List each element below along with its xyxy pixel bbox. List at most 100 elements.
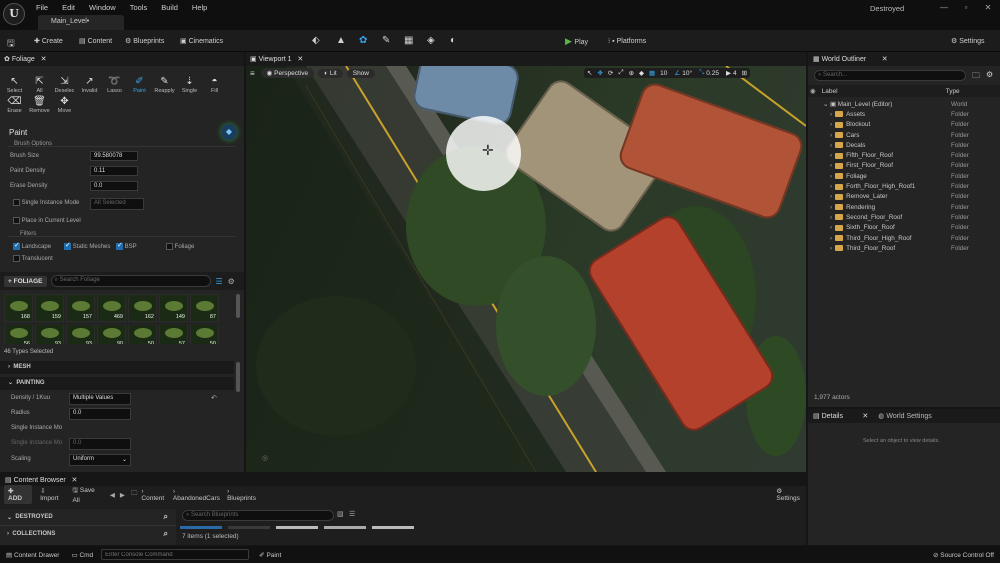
foliage-type-thumb[interactable]: 162	[128, 294, 157, 322]
outliner-folder-row[interactable]: › Assets Folder	[808, 109, 1000, 119]
foliage-search-input[interactable]: ⌕ Search Foliage	[50, 275, 211, 287]
outliner-folder-row[interactable]: › Forth_Floor_High_Roof1 Folder	[808, 181, 1000, 191]
add-folder-icon[interactable]: 🗀	[972, 70, 980, 84]
content-settings-button[interactable]: ⚙ Settings	[776, 487, 806, 502]
asset-tile[interactable]	[324, 526, 366, 529]
tool-fill[interactable]: ◓ Fill	[202, 76, 227, 94]
scale-snap-icon[interactable]: ⤡	[699, 69, 704, 77]
content-button[interactable]: ▤ Content	[79, 37, 112, 45]
select-mode-icon[interactable]: ⬖	[312, 35, 320, 46]
outliner-folder-row[interactable]: › Second_Floor_Roof Folder	[808, 212, 1000, 222]
mode-info-icon[interactable]: ◆	[221, 124, 237, 140]
menu-edit[interactable]: Edit	[62, 3, 75, 12]
lit-button[interactable]: ◐ Lit	[318, 68, 343, 78]
outliner-folder-row[interactable]: › Third_Floor_High_Roof Folder	[808, 233, 1000, 243]
filter-translucent-checkbox[interactable]	[13, 255, 20, 262]
platforms-button[interactable]: ⁝ ▪ Platforms	[608, 37, 646, 45]
single-instance-dropdown[interactable]: All Selected	[90, 198, 144, 210]
foliage-type-thumb[interactable]: 159	[35, 294, 64, 322]
scale-size[interactable]: 0.25	[706, 70, 719, 77]
outliner-folder-row[interactable]: › Foliage Folder	[808, 171, 1000, 181]
details-tab[interactable]: ▤ Details ✕	[813, 412, 868, 420]
gear-icon[interactable]: ⚙	[986, 70, 993, 79]
perspective-button[interactable]: ◉ Perspective	[260, 68, 315, 78]
fracture-mode-icon[interactable]: ◈	[427, 35, 435, 46]
brush-size-input[interactable]: 99.580078	[90, 151, 138, 161]
single-instance-checkbox[interactable]	[13, 199, 20, 206]
painting-section-header[interactable]: ⌄ PAINTING	[0, 377, 234, 390]
outliner-folder-row[interactable]: › First_Floor_Roof Folder	[808, 161, 1000, 171]
brush-mode-icon[interactable]: ◐	[450, 35, 456, 46]
paint-density-input[interactable]: 0.11	[90, 166, 138, 176]
add-button[interactable]: ✚ ADD	[4, 485, 33, 504]
content-search-input[interactable]: ⌕ Search Blueprints	[182, 510, 334, 521]
foliage-type-thumb[interactable]: 87	[190, 294, 219, 322]
foliage-type-thumb[interactable]: 50	[190, 325, 219, 344]
single-instance-mode2-input[interactable]: 0.0	[69, 438, 131, 450]
outliner-root-row[interactable]: ⌄ ▣ Main_Level (Editor) World	[808, 99, 1000, 109]
filter-icon[interactable]: ☰	[349, 510, 355, 518]
filter-foliage-checkbox[interactable]	[166, 243, 173, 250]
world-icon[interactable]: ⊕	[629, 69, 634, 77]
foliage-type-thumb[interactable]: 93	[66, 325, 95, 344]
tool-select[interactable]: ↖ Select	[2, 76, 27, 94]
foliage-type-thumb[interactable]: 168	[4, 294, 33, 322]
tool-deselect[interactable]: ⇲ Deselec	[52, 76, 77, 94]
asset-tile[interactable]	[276, 526, 318, 529]
foliage-type-thumb[interactable]: 93	[35, 325, 64, 344]
type-column[interactable]: Type	[946, 88, 960, 95]
density-input[interactable]: Multiple Values	[69, 393, 131, 405]
forward-icon[interactable]: ▶	[120, 491, 125, 499]
play-button[interactable]: ▶ Play	[565, 36, 588, 47]
gear-icon[interactable]: ⚙	[228, 277, 235, 286]
menu-build[interactable]: Build	[161, 3, 178, 12]
collections-section[interactable]: › COLLECTIONS ⌕	[0, 525, 176, 541]
landscape-mode-icon[interactable]: ▲	[336, 35, 346, 46]
tool-invalid[interactable]: ↗ Invalid	[77, 76, 102, 94]
place-current-checkbox[interactable]	[13, 217, 20, 224]
menu-file[interactable]: File	[36, 3, 48, 12]
destroyed-section[interactable]: ⌄ DESTROYED ⌕	[0, 509, 176, 525]
settings-button[interactable]: ⚙ Settings	[951, 37, 985, 45]
foliage-type-thumb[interactable]: 149	[159, 294, 188, 322]
outliner-folder-row[interactable]: › Cars Folder	[808, 130, 1000, 140]
mesh-mode-icon[interactable]: ▦	[404, 35, 413, 46]
tool-erase[interactable]: ⌫ Erase	[2, 96, 27, 114]
label-column[interactable]: Label	[822, 88, 838, 95]
asset-tile[interactable]	[372, 526, 414, 529]
tool-remove[interactable]: 🗑 Remove	[27, 96, 52, 114]
menu-window[interactable]: Window	[89, 3, 116, 12]
content-drawer-button[interactable]: ▤ Content Drawer	[6, 551, 59, 559]
tool-move[interactable]: ✥ Move	[52, 96, 77, 114]
grid-size[interactable]: 10	[660, 70, 667, 77]
breadcrumb-blueprints[interactable]: › Blueprints	[227, 488, 258, 502]
visibility-eye-icon[interactable]: ◉	[810, 87, 816, 95]
outliner-folder-row[interactable]: › Decals Folder	[808, 140, 1000, 150]
foliage-tab[interactable]: ✿ Foliage ✕	[4, 55, 46, 63]
reset-icon[interactable]: ↶	[211, 394, 217, 402]
save-search-icon[interactable]: ▧	[337, 510, 344, 518]
scaling-dropdown[interactable]: Uniform ⌄	[69, 454, 131, 466]
properties-scrollbar[interactable]	[236, 362, 240, 392]
angle-snap-icon[interactable]: ∠	[674, 69, 680, 77]
level-tab[interactable]: Main_Level•	[38, 15, 124, 30]
save-icon[interactable]: 🖫	[7, 36, 15, 52]
foliage-type-thumb[interactable]: 56	[4, 325, 33, 344]
scale-icon[interactable]: ⤢	[618, 69, 623, 77]
foliage-type-thumb[interactable]: 469	[97, 294, 126, 322]
unreal-logo-icon[interactable]: U	[3, 3, 25, 25]
search-icon[interactable]: ⌕	[164, 529, 168, 539]
outliner-folder-row[interactable]: › Remove_Later Folder	[808, 192, 1000, 202]
select-icon[interactable]: ↖	[587, 69, 592, 77]
surface-snap-icon[interactable]: ◆	[639, 69, 644, 77]
radius-input[interactable]: 0.0	[69, 408, 131, 420]
menu-tools[interactable]: Tools	[130, 3, 148, 12]
folder-icon[interactable]: 🗀	[131, 489, 138, 500]
console-input[interactable]	[101, 549, 250, 560]
cmd-button[interactable]: ▭ Cmd	[71, 551, 93, 559]
hamburger-menu-icon[interactable]: ≡	[250, 69, 255, 78]
source-control-button[interactable]: ⊘ Source Control Off	[933, 551, 994, 559]
foliage-type-thumb[interactable]: 57	[159, 325, 188, 344]
tool-single[interactable]: ⇣ Single	[177, 76, 202, 94]
foliage-type-thumb[interactable]: 157	[66, 294, 95, 322]
